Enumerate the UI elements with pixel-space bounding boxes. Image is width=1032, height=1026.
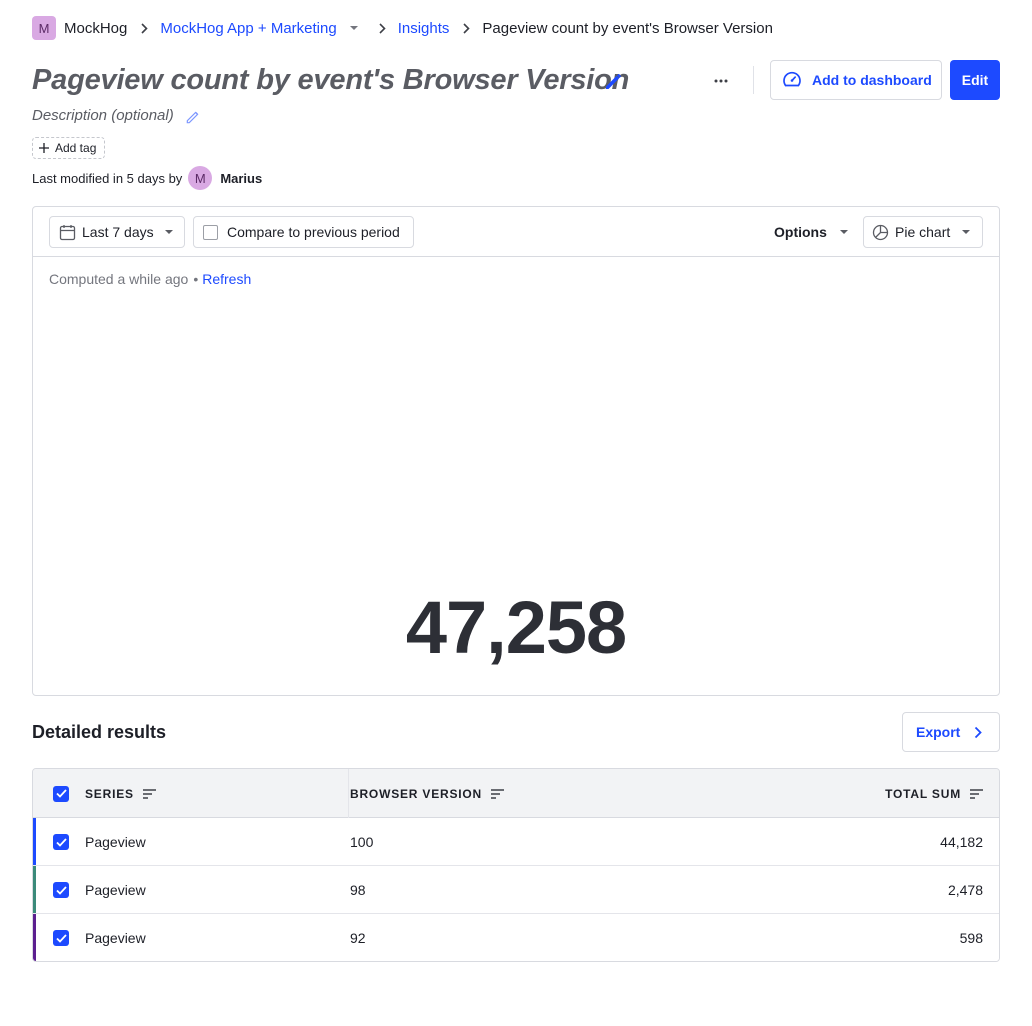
chevron-right-icon [141,22,148,34]
column-header-browser-version[interactable]: BROWSER VERSION [350,769,505,818]
add-tag-label: Add tag [55,141,97,155]
column-divider[interactable] [348,769,349,818]
total-value: 47,258 [405,586,627,669]
description-field[interactable]: Description (optional) [32,107,174,124]
caret-down-icon[interactable] [349,25,359,31]
page-title[interactable]: Pageview count by event's Browser Versio… [32,64,629,97]
modifier-name: Marius [220,170,263,186]
column-header-series[interactable]: SERIES [85,769,156,818]
series-color-bar [33,866,36,913]
calendar-icon [59,224,76,241]
total-sum-cell: 598 [959,930,983,946]
chart-type-label: Pie chart [895,224,951,240]
computed-status: Computed a while ago • Refresh [49,271,251,287]
total-sum-cell: 2,478 [947,882,983,898]
series-color-bar [33,914,36,961]
more-dots-icon [714,79,728,83]
caret-down-icon [164,229,174,235]
column-header-total-sum[interactable]: TOTAL SUM [885,769,983,818]
refresh-link[interactable]: Refresh [202,271,251,287]
table-header: SERIES BROWSER VERSION TOTAL SUM [33,769,999,818]
divider [753,66,754,94]
total-sum-cell: 44,182 [940,834,983,850]
chevron-right-icon [974,726,983,739]
checkbox-checked[interactable] [53,785,69,802]
compare-checkbox[interactable] [203,224,218,240]
options-label: Options [774,224,827,240]
pie-chart-icon [872,224,889,241]
add-tag-button[interactable]: Add tag [32,137,106,159]
compare-previous-toggle[interactable]: Compare to previous period [193,216,414,248]
row-checkbox[interactable] [53,882,69,898]
breadcrumb-current: Pageview count by event's Browser Versio… [482,19,773,37]
browser-version-cell: 100 [350,834,374,850]
row-checkbox[interactable] [53,834,69,850]
computed-text: Computed a while ago [49,271,189,287]
more-options-button[interactable] [706,66,736,96]
column-header-label: TOTAL SUM [885,786,961,801]
row-checkbox[interactable] [53,930,69,946]
date-range-picker[interactable]: Last 7 days [49,216,185,248]
pencil-icon[interactable] [603,70,625,95]
series-color-bar [33,818,36,865]
export-button[interactable]: Export [902,712,1000,752]
compare-label: Compare to previous period [227,224,400,240]
breadcrumb-insights[interactable]: Insights [398,20,450,37]
breadcrumb: M MockHog MockHog App + Marketing Insigh… [32,16,773,40]
options-dropdown[interactable]: Options [765,216,849,248]
sort-icon[interactable] [142,788,156,799]
add-to-dashboard-label: Add to dashboard [812,72,932,88]
caret-down-icon [839,229,849,235]
chart-type-dropdown[interactable]: Pie chart [863,216,983,248]
column-header-label: BROWSER VERSION [350,786,483,801]
select-all-checkbox[interactable] [53,769,69,818]
series-cell: Pageview [85,834,146,850]
sort-icon[interactable] [491,788,505,799]
series-cell: Pageview [85,930,146,946]
add-to-dashboard-button[interactable]: Add to dashboard [770,60,942,100]
sort-icon[interactable] [970,788,983,799]
last-modified-text: Last modified in 5 days by [32,170,183,186]
avatar: M [188,166,213,190]
edit-button[interactable]: Edit [950,60,1000,100]
date-range-label: Last 7 days [82,224,154,240]
chevron-right-icon [463,22,471,34]
plus-icon [39,143,49,153]
browser-version-cell: 92 [350,930,366,946]
gauge-icon [782,70,802,90]
caret-down-icon [961,229,971,235]
series-cell: Pageview [85,882,146,898]
table-row: Pageview 98 2,478 [33,866,999,914]
insight-card: Last 7 days Compare to previous period O… [32,206,1000,696]
table-row: Pageview 100 44,182 [33,818,999,866]
insight-toolbar: Last 7 days Compare to previous period O… [33,207,999,257]
last-modified-info: Last modified in 5 days by M Marius [32,166,262,190]
browser-version-cell: 98 [350,882,366,898]
breadcrumb-org[interactable]: MockHog [64,20,127,37]
org-avatar[interactable]: M [32,16,56,40]
results-table: SERIES BROWSER VERSION TOTAL SUM Pagevie… [32,768,1000,962]
column-header-label: SERIES [85,786,134,801]
export-label: Export [916,724,961,740]
status-separator: • [193,271,199,287]
table-row: Pageview 92 598 [33,914,999,961]
detailed-results-heading: Detailed results [32,722,167,742]
chevron-right-icon [379,22,386,34]
breadcrumb-project[interactable]: MockHog App + Marketing [160,20,336,37]
pencil-icon[interactable] [185,108,202,128]
